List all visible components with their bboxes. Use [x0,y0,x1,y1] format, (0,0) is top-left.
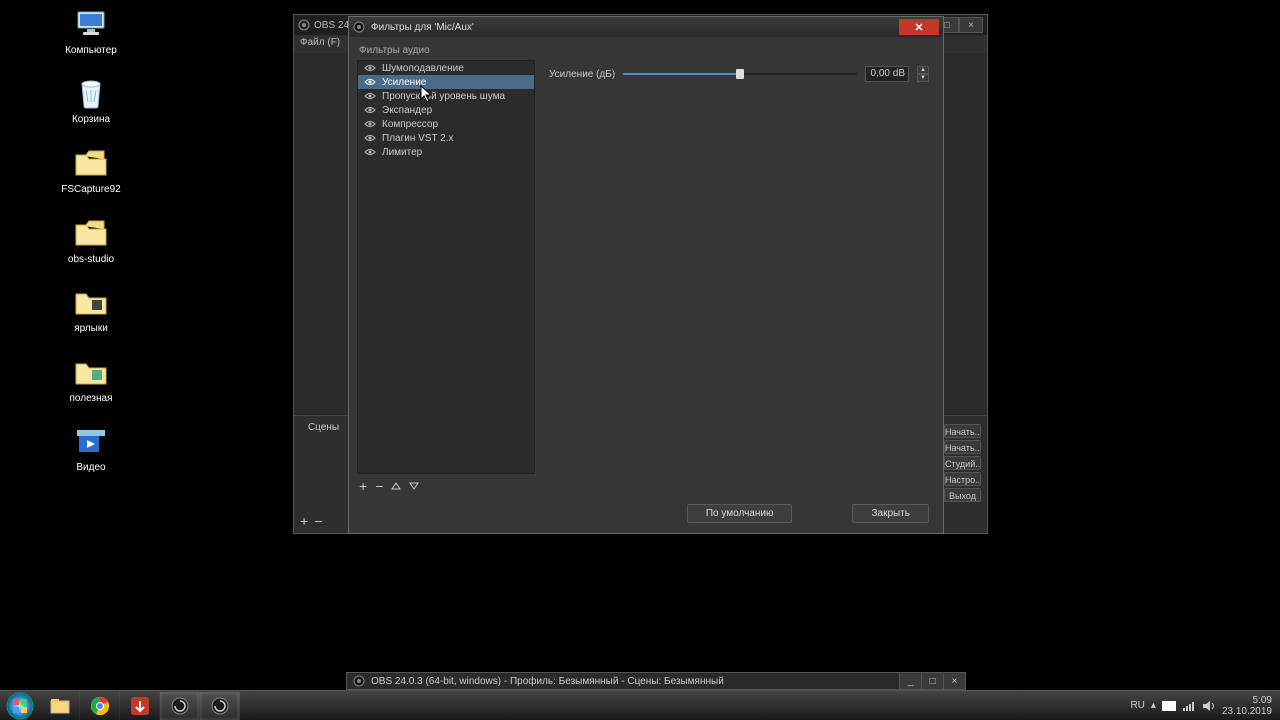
desktop-icon-obs-studio[interactable]: obs-studio [56,215,126,265]
close-button[interactable]: Закрыть [852,504,929,523]
obs-control-button[interactable]: Начать... [944,424,981,438]
video-folder-icon [73,423,109,459]
filter-remove-button[interactable]: − [375,478,383,494]
start-button[interactable] [0,692,40,720]
tray-flag-icon[interactable] [1162,701,1176,711]
filter-item-label: Экспандер [382,105,432,116]
filter-item-label: Плагин VST 2.x [382,133,454,144]
taskbar-item-app[interactable] [120,692,160,720]
tray-volume-icon[interactable] [1202,700,1216,712]
filter-item-expander[interactable]: Экспандер [358,103,534,117]
defaults-button[interactable]: По умолчанию [687,504,793,523]
filter-list-toolbar: + − [349,474,943,498]
filters-title-bar[interactable]: Фильтры для 'Mic/Aux' ✕ [349,17,943,37]
taskbar-item-chrome[interactable] [80,692,120,720]
obs-close-button[interactable]: × [959,17,983,33]
visibility-icon[interactable] [364,132,376,144]
obs-scene-add-button[interactable]: + [300,513,308,529]
filters-title-text: Фильтры для 'Mic/Aux' [371,22,474,33]
desktop-icon-label: obs-studio [56,254,126,265]
taskbar-item-explorer[interactable] [40,692,80,720]
filter-properties: Усиление (дБ) 0,00 dB ▲ ▼ [535,60,943,474]
desktop-icon-label: ярлыки [56,323,126,334]
system-tray: RU ▴ 5:09 23.10.2019 [1130,695,1280,717]
tray-network-icon[interactable] [1182,700,1196,712]
tray-date: 23.10.2019 [1222,706,1272,717]
filter-list: Шумоподавление Усиление Пропускной урове… [357,60,535,474]
taskbar-item-obs-2[interactable] [200,692,240,720]
visibility-icon[interactable] [364,146,376,158]
filter-item-vst[interactable]: Плагин VST 2.x [358,131,534,145]
obs-logo-icon [298,19,310,31]
filter-item-compressor[interactable]: Компрессор [358,117,534,131]
filter-item-noise-gate[interactable]: Пропускной уровень шума [358,89,534,103]
visibility-icon[interactable] [364,76,376,88]
filters-section-label: Фильтры аудио [349,37,943,60]
obs-taskbar-title: OBS 24.0.3 (64-bit, windows) - Профиль: … [371,676,724,687]
folder-icon [73,145,109,181]
desktop: Компьютер Корзина FSCapture92 obs-studio… [0,0,1280,720]
filter-item-label: Пропускной уровень шума [382,91,505,102]
obs-logo-icon [351,673,367,689]
filter-item-label: Шумоподавление [382,63,464,74]
desktop-icon-recycle[interactable]: Корзина [56,75,126,125]
obs-control-button[interactable]: Выход [944,488,981,502]
obs-control-button[interactable]: Начать... [944,440,981,454]
desktop-icon-fscapture[interactable]: FSCapture92 [56,145,126,195]
obs-logo-icon [353,21,365,33]
filter-item-gain[interactable]: Усиление [358,75,534,89]
visibility-icon[interactable] [364,62,376,74]
gain-label: Усиление (дБ) [549,69,615,80]
desktop-icon-label: Компьютер [56,45,126,56]
obs-control-button[interactable]: Настро... [944,472,981,486]
close-button[interactable]: × [943,673,965,689]
desktop-icon-video[interactable]: Видео [56,423,126,473]
desktop-icon-label: Корзина [56,114,126,125]
obs-taskbar-entry[interactable]: OBS 24.0.3 (64-bit, windows) - Профиль: … [346,672,966,690]
visibility-icon[interactable] [364,118,376,130]
obs-scene-remove-button[interactable]: − [314,513,322,529]
taskbar: RU ▴ 5:09 23.10.2019 [0,690,1280,720]
filter-add-button[interactable]: + [359,478,367,494]
tray-chevron-icon[interactable]: ▴ [1151,700,1156,711]
spin-down-button[interactable]: ▼ [917,74,929,82]
tray-time: 5:09 [1222,695,1272,706]
desktop-icon-shortcuts[interactable]: ярлыки [56,284,126,334]
obs-menu-file[interactable]: Файл (F) [300,37,340,48]
gain-slider[interactable] [623,73,857,75]
taskbar-item-obs-1[interactable] [160,692,200,720]
minimize-button[interactable]: _ [899,673,921,689]
folder-icon [73,215,109,251]
visibility-icon[interactable] [364,90,376,102]
filter-item-label: Лимитер [382,147,422,158]
filter-item-limiter[interactable]: Лимитер [358,145,534,159]
filters-close-button[interactable]: ✕ [899,19,939,35]
spin-up-button[interactable]: ▲ [917,66,929,74]
slider-thumb[interactable] [736,69,744,79]
filter-item-label: Усиление [382,77,426,88]
obs-control-button[interactable]: Студий... [944,456,981,470]
filter-item-label: Компрессор [382,119,438,130]
desktop-icon-useful[interactable]: полезная [56,354,126,404]
desktop-icon-computer[interactable]: Компьютер [56,6,126,56]
tray-clock[interactable]: 5:09 23.10.2019 [1222,695,1272,717]
recycle-bin-icon [73,75,109,111]
obs-scenes-panel: Сцены + − [294,415,354,533]
filter-move-up-button[interactable] [391,481,401,491]
folder-icon [73,284,109,320]
obs-controls-panel: Начать... Начать... Студий... Настро... … [937,415,987,533]
tray-lang-indicator[interactable]: RU [1130,700,1144,711]
maximize-button[interactable]: □ [921,673,943,689]
filters-dialog: Фильтры для 'Mic/Aux' ✕ Фильтры аудио Шу… [348,16,944,534]
folder-icon [73,354,109,390]
gain-value-field[interactable]: 0,00 dB [865,66,909,82]
filter-move-down-button[interactable] [409,481,419,491]
desktop-icon-label: FSCapture92 [56,184,126,195]
computer-icon [73,6,109,42]
filter-item-noise-suppression[interactable]: Шумоподавление [358,61,534,75]
obs-scenes-header: Сцены [300,422,347,433]
desktop-icon-label: Видео [56,462,126,473]
desktop-icon-label: полезная [56,393,126,404]
visibility-icon[interactable] [364,104,376,116]
